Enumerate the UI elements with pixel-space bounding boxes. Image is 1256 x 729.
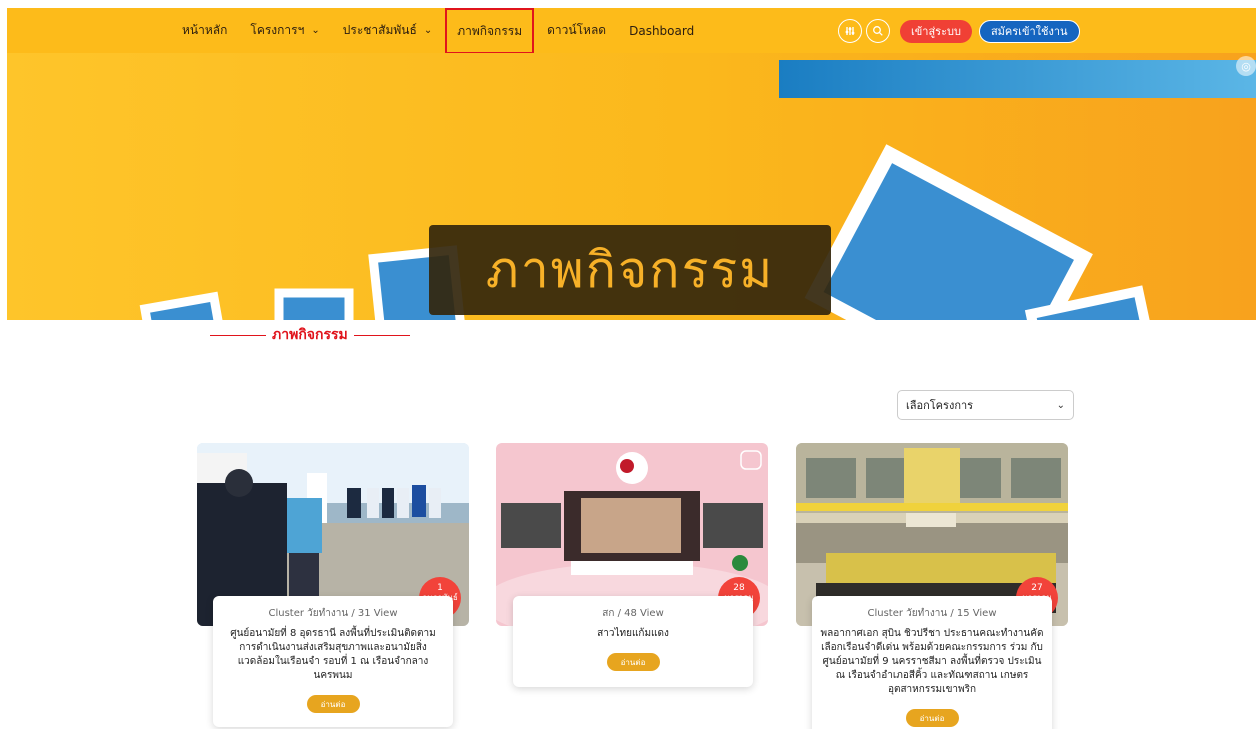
card-body: สก / 48 View สาวไทยแก้มแดง อ่านต่อ: [513, 596, 753, 687]
nav-item-label: Dashboard: [629, 23, 695, 38]
page: หน้าหลัก โครงการฯ ⌄ ประชาสัมพันธ์ ⌄ ภาพก…: [0, 0, 1256, 729]
section-heading: ภาพกิจกรรม: [210, 324, 410, 346]
project-select[interactable]: เลือกโครงการ ⌄: [897, 390, 1074, 420]
register-button[interactable]: สมัครเข้าใช้งาน: [978, 19, 1080, 43]
project-select-value: เลือกโครงการ: [906, 399, 974, 412]
hero-banner: ภาพกิจกรรม ◎: [7, 53, 1256, 320]
chevron-down-icon: ⌄: [423, 25, 433, 36]
nav-item-home[interactable]: หน้าหลัก: [182, 21, 227, 40]
lens-icon[interactable]: ◎: [1236, 56, 1256, 76]
read-more-button[interactable]: อ่านต่อ: [606, 653, 660, 671]
card-title[interactable]: สาวไทยแก้มแดง: [589, 627, 677, 641]
chevron-down-icon: ⌄: [311, 25, 320, 36]
main-menu: หน้าหลัก โครงการฯ ⌄ ประชาสัมพันธ์ ⌄ ภาพก…: [182, 7, 717, 54]
nav-item-label: ดาวน์โหลด: [547, 23, 607, 37]
card-meta: Cluster วัยทำงาน / 15 View: [867, 608, 997, 619]
search-icon: [873, 26, 883, 36]
divider: [210, 334, 266, 336]
card-meta: Cluster วัยทำงาน / 31 View: [268, 608, 398, 619]
top-strip: [0, 0, 1256, 8]
nav-item-label: ประชาสัมพันธ์: [342, 23, 417, 37]
nav-item-label: หน้าหลัก: [182, 23, 228, 37]
divider: [353, 334, 410, 336]
date-day: 1: [437, 583, 443, 593]
nav-item-news[interactable]: ประชาสัมพันธ์ ⌄: [343, 21, 432, 40]
card-body: Cluster วัยทำงาน / 15 View พลอากาศเอก สุ…: [812, 596, 1052, 729]
nav-item-dashboard[interactable]: Dashboard: [629, 24, 694, 38]
chevron-down-icon: ⌄: [1056, 399, 1065, 411]
card-title[interactable]: พลอากาศเอก สุบิน ชิวปรีชา ประธานคณะทำงาน…: [812, 627, 1052, 697]
nav-item-downloads[interactable]: ดาวน์โหลด: [547, 21, 606, 40]
search-button[interactable]: [866, 19, 890, 43]
login-button[interactable]: เข้าสู่ระบบ: [900, 19, 972, 43]
section-title: ภาพกิจกรรม: [272, 327, 348, 343]
nav-item-label: โครงการฯ: [250, 23, 305, 37]
accessibility-icon: [845, 27, 855, 35]
date-day: 27: [1031, 583, 1043, 593]
nav-item-projects[interactable]: โครงการฯ ⌄: [250, 21, 319, 40]
nav-item-label: ภาพกิจกรรม: [457, 23, 523, 38]
hero-title-box: ภาพกิจกรรม: [429, 225, 831, 315]
hero-title: ภาพกิจกรรม: [485, 240, 775, 299]
date-day: 28: [733, 583, 745, 593]
nav-actions: เข้าสู่ระบบ สมัครเข้าใช้งาน: [838, 19, 1080, 43]
accessibility-button[interactable]: [838, 19, 862, 43]
nav-item-activities[interactable]: ภาพกิจกรรม: [445, 7, 535, 54]
card-meta: สก / 48 View: [602, 608, 664, 619]
navbar: หน้าหลัก โครงการฯ ⌄ ประชาสัมพันธ์ ⌄ ภาพก…: [7, 7, 1256, 54]
card-body: Cluster วัยทำงาน / 31 View ศูนย์อนามัยที…: [213, 596, 453, 727]
read-more-button[interactable]: อ่านต่อ: [306, 695, 360, 713]
card-title[interactable]: ศูนย์อนามัยที่ 8 อุดรธานี ลงพื้นที่ประเม…: [213, 627, 453, 683]
read-more-button[interactable]: อ่านต่อ: [905, 709, 959, 727]
